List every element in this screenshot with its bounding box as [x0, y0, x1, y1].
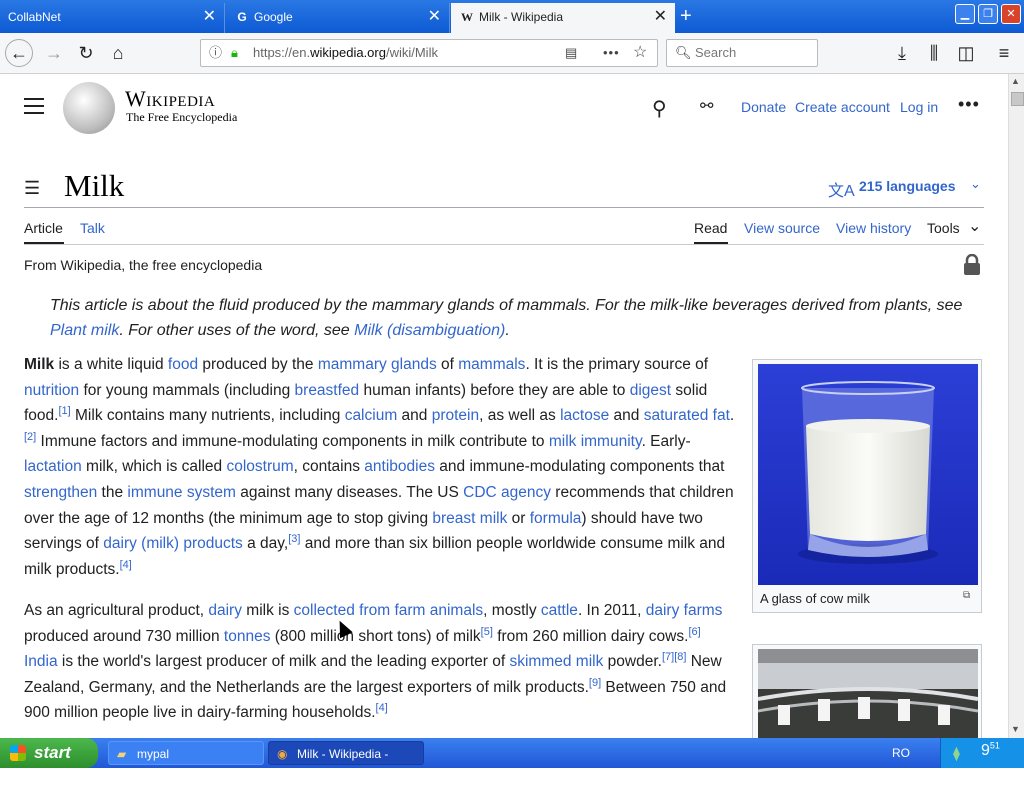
close-icon[interactable]: ✕ [428, 3, 441, 31]
tab-article[interactable]: Article [24, 220, 63, 236]
infobox-image-1: A glass of cow milk ⧉ [752, 359, 982, 613]
milk-glass-image[interactable] [758, 364, 978, 585]
page-scrollbar[interactable]: ▲ ▼ [1008, 74, 1024, 738]
browser-icon: ◉ [277, 747, 288, 761]
reload-icon[interactable]: ↻ [72, 39, 100, 67]
folder-icon: ▰ [117, 747, 127, 761]
infobox-image-2 [752, 644, 982, 738]
toc-icon[interactable]: ☰ [24, 178, 40, 199]
url-text: https://en.wikipedia.org/wiki/Milk [253, 45, 438, 60]
close-window-button[interactable]: ✕ [1001, 4, 1021, 24]
windows-logo-icon [10, 745, 26, 761]
create-account-link[interactable]: Create account [795, 99, 890, 115]
language-indicator[interactable]: RO [892, 738, 910, 768]
search-icon[interactable]: ⚲ [652, 96, 667, 121]
info-icon[interactable]: ⓘ [209, 40, 222, 66]
title-divider [24, 207, 984, 208]
wikipedia-tagline: The Free Encyclopedia [126, 110, 238, 124]
wikipedia-icon: W [461, 10, 473, 24]
taskbar-item-mypal-folder[interactable]: ▰ mypal [108, 741, 264, 765]
tab-read[interactable]: Read [694, 220, 727, 236]
bookmark-star-icon[interactable]: ☆ [633, 40, 647, 66]
lock-icon: 🔒︎ [231, 45, 238, 60]
scrollbar-thumb[interactable] [1011, 92, 1024, 106]
site-subtitle: From Wikipedia, the free encyclopedia [24, 257, 263, 273]
menu-icon[interactable]: ≡ [990, 39, 1018, 67]
library-icon[interactable]: ⫼ [920, 39, 948, 67]
chevron-down-icon[interactable]: ⌄ [970, 176, 981, 192]
tabs-divider [24, 244, 984, 245]
hatnote: This article is about the fluid produced… [50, 297, 963, 339]
maximize-button[interactable]: ❐ [978, 4, 998, 24]
start-button[interactable]: start [0, 738, 98, 768]
system-tray: ⧫ 951 [940, 738, 1024, 768]
appearance-icon[interactable]: ⚯ [700, 96, 713, 116]
close-icon[interactable]: ✕ [203, 3, 216, 31]
back-icon[interactable]: ← [5, 39, 33, 67]
tab-milk-wikipedia[interactable]: W Milk - Wikipedia ✕ [451, 3, 675, 33]
page-title: Milk [64, 168, 125, 203]
tab-label: CollabNet [8, 10, 61, 24]
wikipedia-wordmark[interactable]: Wikipedia [125, 86, 215, 112]
expand-image-icon[interactable]: ⧉ [963, 590, 970, 601]
milk-disambiguation-link[interactable]: Milk (disambiguation) [354, 322, 505, 339]
taskbar: start ▰ mypal ◉ Milk - Wikipedia - Mypal R… [0, 738, 1024, 785]
url-bar[interactable]: ⓘ 🔒︎ https://en.wikipedia.org/wiki/Milk … [200, 39, 658, 67]
google-icon: G [237, 10, 247, 24]
article-paragraph-2: As an agricultural product, dairy milk i… [24, 602, 727, 722]
tab-view-source[interactable]: View source [744, 220, 820, 236]
tab-google[interactable]: G Google ✕ [226, 3, 450, 33]
tab-label: Google [254, 10, 293, 24]
donate-link[interactable]: Donate [741, 99, 786, 115]
browser-tab-bar: CollabNet ✕ G Google ✕ W Milk - Wikipedia … [0, 0, 1024, 33]
plant-milk-link[interactable]: Plant milk [50, 322, 119, 339]
milking-carousel-image[interactable] [758, 649, 978, 738]
tab-view-history[interactable]: View history [836, 220, 911, 236]
search-input[interactable]: 🔍︎ Search [666, 39, 818, 67]
scroll-up-icon[interactable]: ▲ [1011, 76, 1020, 86]
reader-view-icon[interactable]: ▤ [565, 40, 577, 66]
tab-tools[interactable]: Tools [927, 220, 960, 236]
wikipedia-globe-logo[interactable] [63, 82, 115, 134]
navigation-toolbar: ← → ↻ ⌂ ⓘ 🔒︎ https://en.wikipedia.org/wi… [0, 33, 1024, 74]
languages-button[interactable]: 215 languages [859, 178, 956, 194]
tab-label: Milk - Wikipedia [479, 10, 564, 24]
network-icon[interactable]: ⧫ [953, 745, 960, 762]
home-icon[interactable]: ⌂ [104, 39, 132, 67]
language-icon[interactable]: 文A [828, 177, 855, 201]
sidebar-icon[interactable]: ◫ [952, 39, 980, 67]
minimize-button[interactable]: ▁ [955, 4, 975, 24]
tab-talk[interactable]: Talk [80, 220, 105, 236]
close-icon[interactable]: ✕ [654, 3, 667, 31]
taskbar-item-mypal-browser[interactable]: ◉ Milk - Wikipedia - Mypal [268, 741, 424, 785]
clock[interactable]: 951 [981, 741, 1000, 760]
more-options-icon[interactable]: ••• [958, 94, 980, 115]
scroll-down-icon[interactable]: ▼ [1011, 724, 1020, 734]
protection-lock-icon[interactable] [962, 254, 982, 276]
forward-icon[interactable]: → [40, 39, 68, 67]
tab-collabnet[interactable]: CollabNet ✕ [0, 3, 225, 33]
login-link[interactable]: Log in [900, 99, 938, 115]
new-tab-button[interactable]: + [680, 5, 692, 27]
page-actions-icon[interactable]: ••• [603, 40, 620, 66]
article-paragraph-1: Milk is a white liquid food produced by … [24, 356, 735, 578]
search-icon: 🔍︎ [675, 45, 692, 60]
image-caption: A glass of cow milk [760, 591, 870, 606]
page-content: Wikipedia The Free Encyclopedia ⚲ ⚯ Dona… [0, 74, 1008, 738]
main-menu-icon[interactable] [24, 98, 44, 119]
download-icon[interactable]: ⤓ [888, 39, 916, 67]
chevron-down-icon[interactable]: ⌄ [968, 216, 981, 236]
